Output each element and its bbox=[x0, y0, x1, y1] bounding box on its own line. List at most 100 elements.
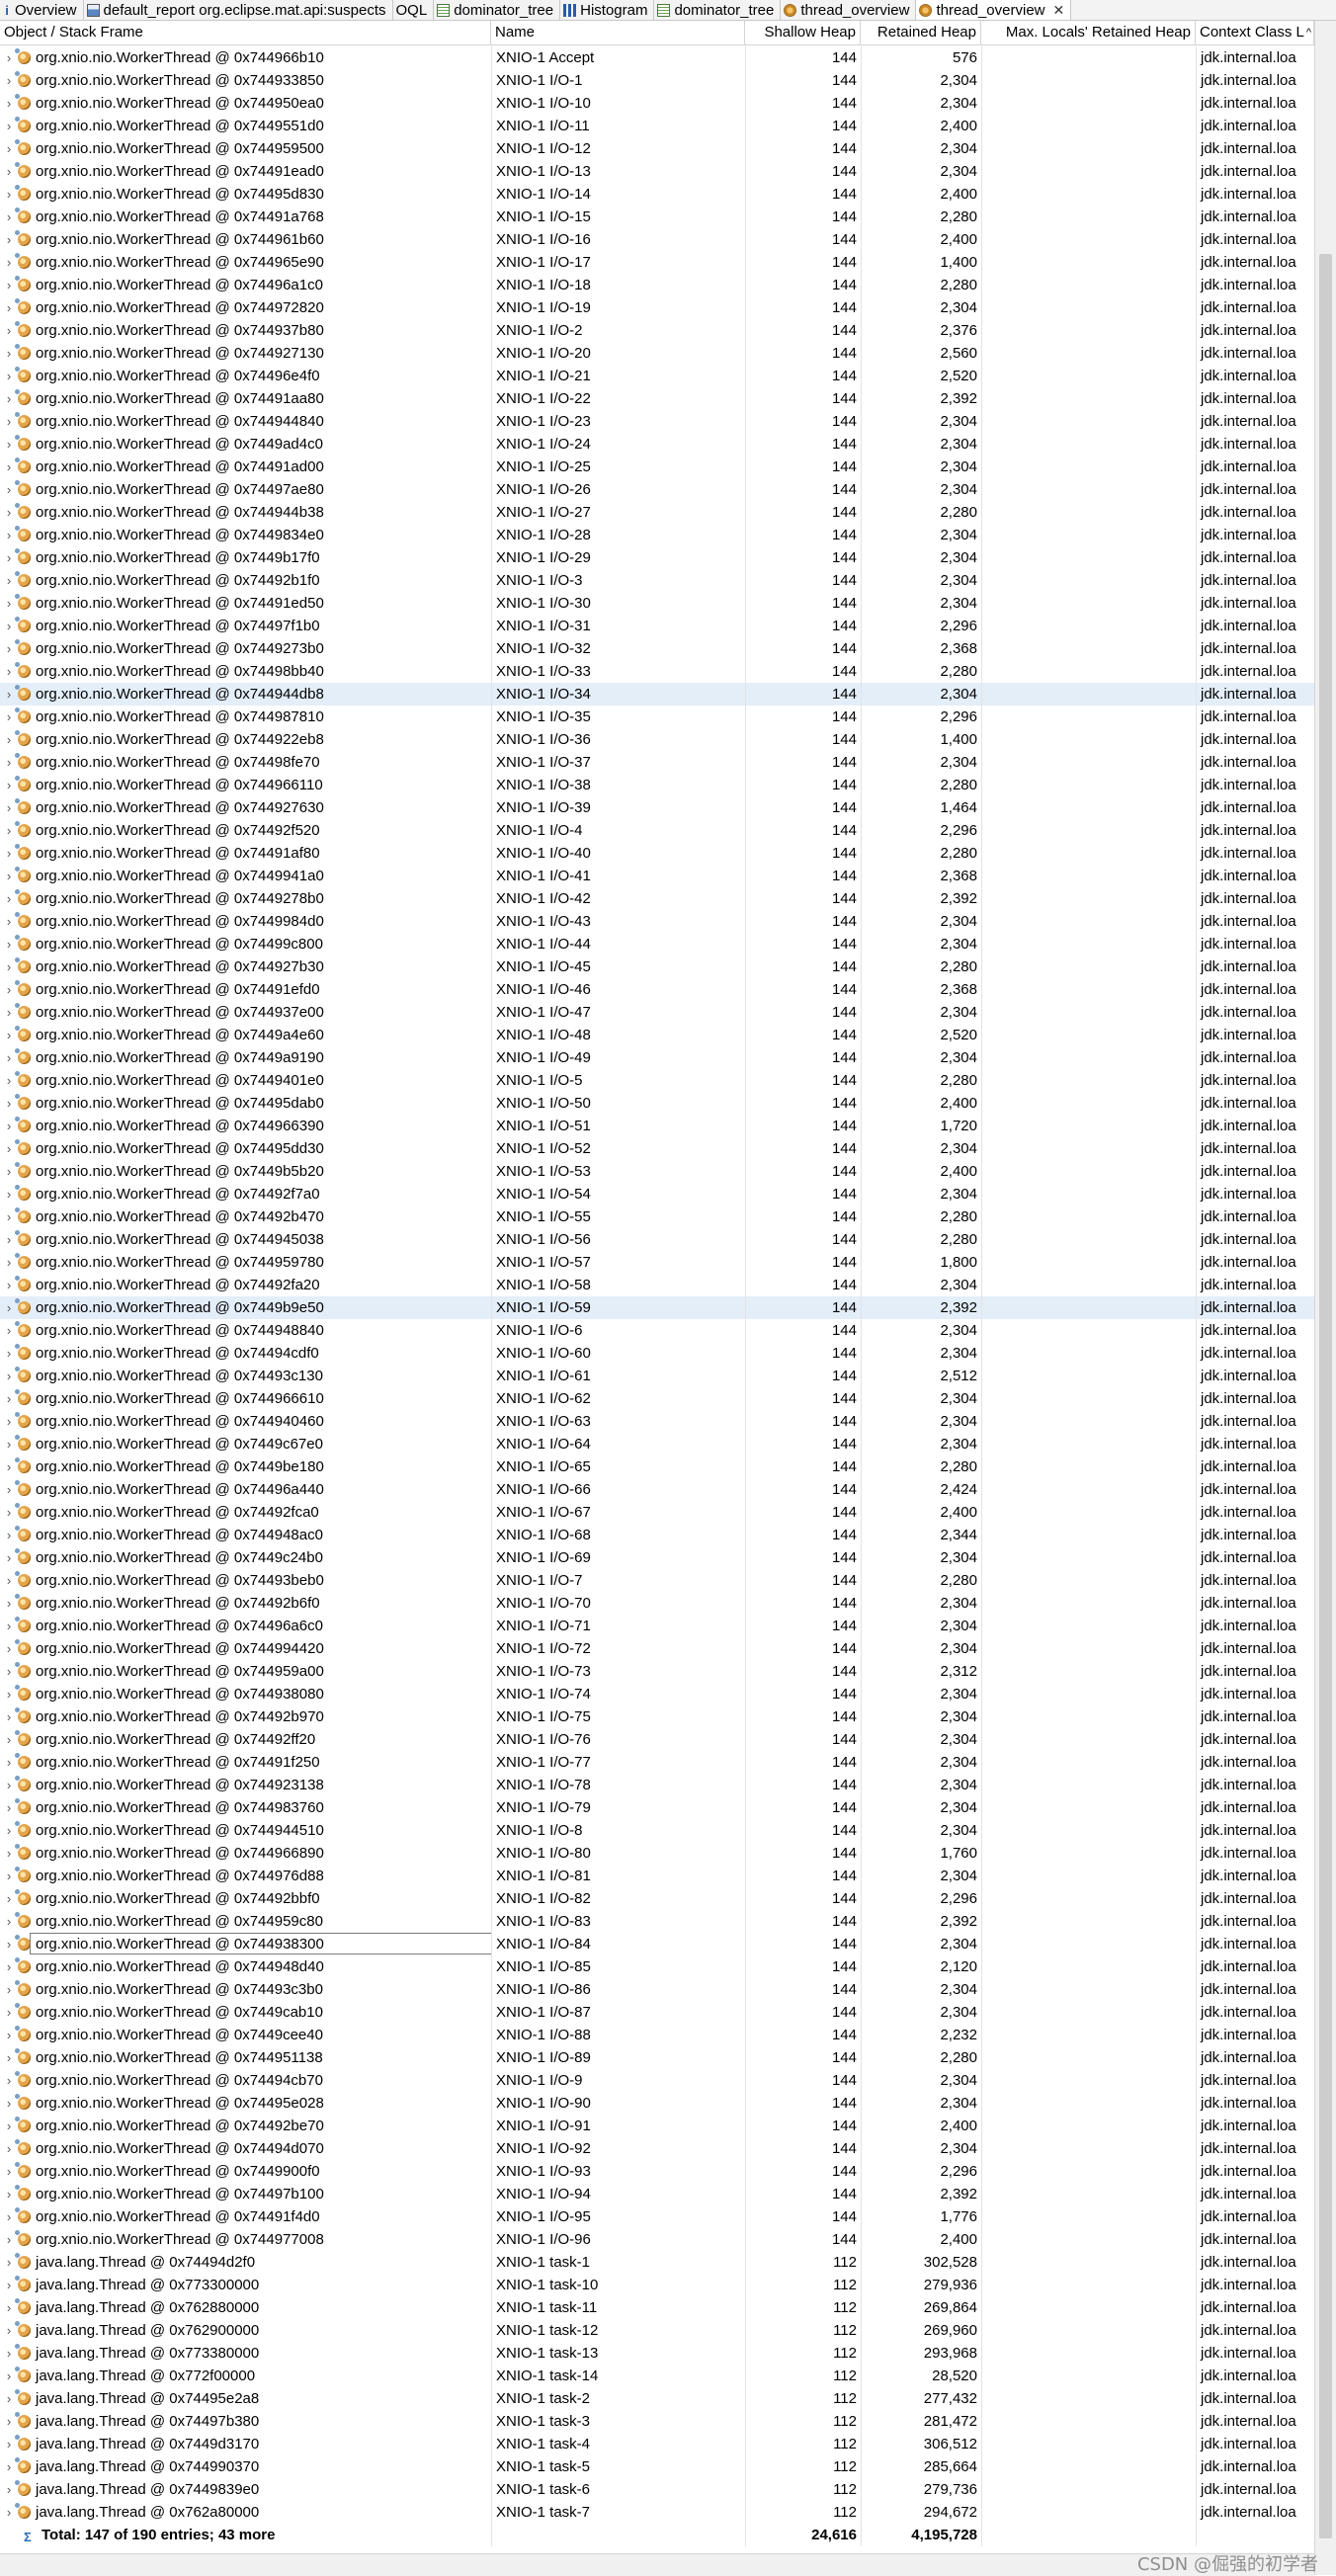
table-row[interactable]: › java.lang.Thread @ 0x74494d2f0 XNIO-1 ta… bbox=[0, 2251, 1314, 2274]
expand-chevron-icon[interactable]: › bbox=[2, 1933, 16, 1955]
expand-chevron-icon[interactable]: › bbox=[2, 1251, 16, 1274]
table-row[interactable]: › org.xnio.nio.WorkerThread @ 0x74493c130… bbox=[0, 1365, 1314, 1387]
table-row[interactable]: › org.xnio.nio.WorkerThread @ 0x744965e90… bbox=[0, 251, 1314, 274]
expand-chevron-icon[interactable]: › bbox=[2, 2365, 16, 2387]
table-row[interactable]: › org.xnio.nio.WorkerThread @ 0x74496a6c0… bbox=[0, 1615, 1314, 1637]
column-header-object[interactable]: Object / Stack Frame bbox=[0, 21, 491, 44]
expand-chevron-icon[interactable]: › bbox=[2, 365, 16, 387]
table-row[interactable]: › org.xnio.nio.WorkerThread @ 0x744983760… bbox=[0, 1796, 1314, 1819]
table-row[interactable]: › org.xnio.nio.WorkerThread @ 0x744966390… bbox=[0, 1115, 1314, 1137]
expand-chevron-icon[interactable]: › bbox=[2, 2410, 16, 2433]
expand-chevron-icon[interactable]: › bbox=[2, 1024, 16, 1046]
expand-chevron-icon[interactable]: › bbox=[2, 1092, 16, 1115]
table-row[interactable]: › org.xnio.nio.WorkerThread @ 0x744922eb8… bbox=[0, 728, 1314, 751]
column-header-context-class-loader[interactable]: Context Class L ^ bbox=[1196, 21, 1314, 44]
expand-chevron-icon[interactable]: › bbox=[2, 933, 16, 956]
expand-chevron-icon[interactable]: › bbox=[2, 2001, 16, 2024]
expand-chevron-icon[interactable]: › bbox=[2, 910, 16, 933]
table-row[interactable]: › org.xnio.nio.WorkerThread @ 0x7449a9190… bbox=[0, 1046, 1314, 1069]
table-row[interactable]: › org.xnio.nio.WorkerThread @ 0x74492bbf0… bbox=[0, 1887, 1314, 1910]
expand-chevron-icon[interactable]: › bbox=[2, 2137, 16, 2160]
table-row[interactable]: › org.xnio.nio.WorkerThread @ 0x7449ad4c0… bbox=[0, 433, 1314, 456]
expand-chevron-icon[interactable]: › bbox=[2, 774, 16, 796]
expand-chevron-icon[interactable]: › bbox=[2, 2274, 16, 2296]
tab-default-report-org-eclipse-mat-api-suspects[interactable]: default_report org.eclipse.mat.api:suspe… bbox=[84, 0, 393, 20]
expand-chevron-icon[interactable]: › bbox=[2, 2433, 16, 2455]
expand-chevron-icon[interactable]: › bbox=[2, 410, 16, 433]
table-row[interactable]: › org.xnio.nio.WorkerThread @ 0x744966610… bbox=[0, 1387, 1314, 1410]
table-row[interactable]: › org.xnio.nio.WorkerThread @ 0x7449be180… bbox=[0, 1455, 1314, 1478]
table-row[interactable]: › org.xnio.nio.WorkerThread @ 0x74491ed50… bbox=[0, 592, 1314, 615]
vertical-scrollbar[interactable] bbox=[1314, 21, 1336, 2575]
table-row[interactable]: › org.xnio.nio.WorkerThread @ 0x74491af80… bbox=[0, 842, 1314, 865]
expand-chevron-icon[interactable]: › bbox=[2, 69, 16, 92]
table-row[interactable]: › org.xnio.nio.WorkerThread @ 0x74498bb40… bbox=[0, 660, 1314, 683]
expand-chevron-icon[interactable]: › bbox=[2, 1728, 16, 1751]
expand-chevron-icon[interactable]: › bbox=[2, 2455, 16, 2478]
expand-chevron-icon[interactable]: › bbox=[2, 1228, 16, 1251]
expand-chevron-icon[interactable]: › bbox=[2, 1955, 16, 1978]
table-row[interactable]: › org.xnio.nio.WorkerThread @ 0x7449984d0… bbox=[0, 910, 1314, 933]
expand-chevron-icon[interactable]: › bbox=[2, 751, 16, 774]
close-tab-icon[interactable]: ✕ bbox=[1053, 2, 1065, 19]
column-header-name[interactable]: Name bbox=[491, 21, 745, 44]
table-row[interactable]: › org.xnio.nio.WorkerThread @ 0x7449273b0… bbox=[0, 637, 1314, 660]
table-row[interactable]: › java.lang.Thread @ 0x744990370 XNIO-1 ta… bbox=[0, 2455, 1314, 2478]
table-row[interactable]: › org.xnio.nio.WorkerThread @ 0x74495d830… bbox=[0, 183, 1314, 206]
expand-chevron-icon[interactable]: › bbox=[2, 956, 16, 978]
expand-chevron-icon[interactable]: › bbox=[2, 1774, 16, 1796]
table-row[interactable]: › org.xnio.nio.WorkerThread @ 0x74496a1c0… bbox=[0, 274, 1314, 296]
table-row[interactable]: › org.xnio.nio.WorkerThread @ 0x744944510… bbox=[0, 1819, 1314, 1842]
table-row[interactable]: › org.xnio.nio.WorkerThread @ 0x74492be70… bbox=[0, 2115, 1314, 2137]
expand-chevron-icon[interactable]: › bbox=[2, 1660, 16, 1683]
table-row[interactable]: › org.xnio.nio.WorkerThread @ 0x744944b38… bbox=[0, 501, 1314, 524]
expand-chevron-icon[interactable]: › bbox=[2, 2296, 16, 2319]
table-row[interactable]: › org.xnio.nio.WorkerThread @ 0x74492f7a0… bbox=[0, 1183, 1314, 1205]
expand-chevron-icon[interactable]: › bbox=[2, 2387, 16, 2410]
table-row[interactable]: › org.xnio.nio.WorkerThread @ 0x744937e00… bbox=[0, 1001, 1314, 1024]
expand-chevron-icon[interactable]: › bbox=[2, 978, 16, 1001]
table-row[interactable]: › org.xnio.nio.WorkerThread @ 0x74492b6f0… bbox=[0, 1592, 1314, 1615]
table-row[interactable]: › org.xnio.nio.WorkerThread @ 0x744927b30… bbox=[0, 956, 1314, 978]
table-row[interactable]: › org.xnio.nio.WorkerThread @ 0x744938300… bbox=[0, 1933, 1314, 1955]
table-row[interactable]: › java.lang.Thread @ 0x762880000 XNIO-1 ta… bbox=[0, 2296, 1314, 2319]
expand-chevron-icon[interactable]: › bbox=[2, 1274, 16, 1296]
table-row[interactable]: › org.xnio.nio.WorkerThread @ 0x744948ac0… bbox=[0, 1524, 1314, 1546]
table-row[interactable]: › org.xnio.nio.WorkerThread @ 0x744959500… bbox=[0, 137, 1314, 160]
table-row[interactable]: › org.xnio.nio.WorkerThread @ 0x7449b9e50… bbox=[0, 1296, 1314, 1319]
table-row[interactable]: › org.xnio.nio.WorkerThread @ 0x74491a768… bbox=[0, 206, 1314, 228]
table-row[interactable]: › org.xnio.nio.WorkerThread @ 0x74492f520… bbox=[0, 819, 1314, 842]
expand-chevron-icon[interactable]: › bbox=[2, 2478, 16, 2501]
column-header-shallow-heap[interactable]: Shallow Heap bbox=[745, 21, 861, 44]
table-row[interactable]: › org.xnio.nio.WorkerThread @ 0x74494d070… bbox=[0, 2137, 1314, 2160]
expand-chevron-icon[interactable]: › bbox=[2, 501, 16, 524]
table-row[interactable]: › org.xnio.nio.WorkerThread @ 0x744944840… bbox=[0, 410, 1314, 433]
table-row[interactable]: › org.xnio.nio.WorkerThread @ 0x7449551d0… bbox=[0, 115, 1314, 137]
table-row[interactable]: › org.xnio.nio.WorkerThread @ 0x74493beb0… bbox=[0, 1569, 1314, 1592]
table-row[interactable]: › org.xnio.nio.WorkerThread @ 0x744966890… bbox=[0, 1842, 1314, 1865]
table-row[interactable]: › java.lang.Thread @ 0x762900000 XNIO-1 ta… bbox=[0, 2319, 1314, 2342]
expand-chevron-icon[interactable]: › bbox=[2, 1410, 16, 1433]
table-row[interactable]: › org.xnio.nio.WorkerThread @ 0x7449941a0… bbox=[0, 865, 1314, 887]
expand-chevron-icon[interactable]: › bbox=[2, 887, 16, 910]
expand-chevron-icon[interactable]: › bbox=[2, 2251, 16, 2274]
table-row[interactable]: › org.xnio.nio.WorkerThread @ 0x744948840… bbox=[0, 1319, 1314, 1342]
table-row[interactable]: › org.xnio.nio.WorkerThread @ 0x744927130… bbox=[0, 342, 1314, 365]
expand-chevron-icon[interactable]: › bbox=[2, 387, 16, 410]
expand-chevron-icon[interactable]: › bbox=[2, 1683, 16, 1705]
vertical-scrollbar-thumb[interactable] bbox=[1319, 254, 1332, 2538]
tab-dominator-tree[interactable]: dominator_tree bbox=[654, 0, 782, 20]
expand-chevron-icon[interactable]: › bbox=[2, 2024, 16, 2046]
expand-chevron-icon[interactable]: › bbox=[2, 1819, 16, 1842]
table-row[interactable]: › org.xnio.nio.WorkerThread @ 0x74494cdf0… bbox=[0, 1342, 1314, 1365]
table-row[interactable]: › org.xnio.nio.WorkerThread @ 0x7449b5b20… bbox=[0, 1160, 1314, 1183]
table-row[interactable]: › org.xnio.nio.WorkerThread @ 0x74492b970… bbox=[0, 1705, 1314, 1728]
table-row[interactable]: › org.xnio.nio.WorkerThread @ 0x744937b80… bbox=[0, 319, 1314, 342]
expand-chevron-icon[interactable]: › bbox=[2, 524, 16, 546]
expand-chevron-icon[interactable]: › bbox=[2, 1455, 16, 1478]
expand-chevron-icon[interactable]: › bbox=[2, 1433, 16, 1455]
table-row[interactable]: › org.xnio.nio.WorkerThread @ 0x74499c800… bbox=[0, 933, 1314, 956]
expand-chevron-icon[interactable]: › bbox=[2, 615, 16, 637]
expand-chevron-icon[interactable]: › bbox=[2, 1046, 16, 1069]
table-row[interactable]: › org.xnio.nio.WorkerThread @ 0x744933850… bbox=[0, 69, 1314, 92]
